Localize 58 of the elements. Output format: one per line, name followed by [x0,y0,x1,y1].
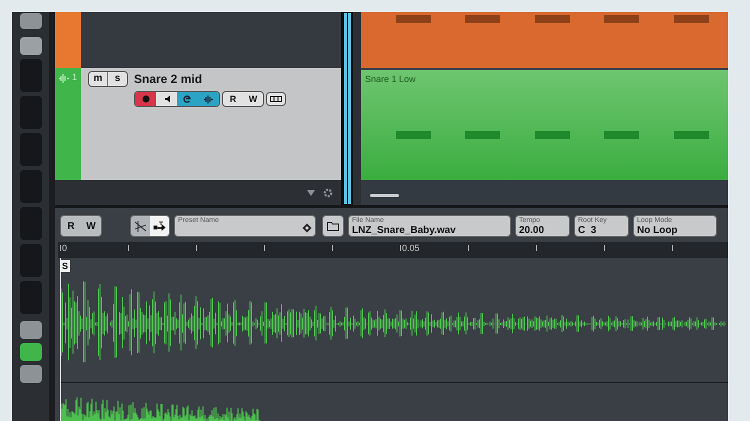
start-marker[interactable]: S [60,260,70,272]
record-button[interactable] [135,92,156,106]
envelope-button[interactable] [131,216,150,236]
field-value: C 3 [578,225,598,236]
settings-icon[interactable] [323,188,333,198]
field-value: No Loop [637,225,679,236]
midi-note [465,15,500,23]
toolbar-button[interactable] [20,13,42,29]
automation-button[interactable]: R [61,216,81,236]
tag-icon [302,223,312,233]
insert-button[interactable] [150,216,169,236]
track-number: 1 [72,73,78,82]
lanes-icon [270,96,282,102]
folder-button[interactable] [322,215,344,237]
field-value: 20.00 [519,225,546,236]
waveform-icon [203,94,214,104]
toolbar-slot [20,244,42,277]
toolbar-slot [20,133,42,166]
midi-note [535,131,570,139]
midi-note [396,131,431,139]
toolbar-slot [20,96,42,129]
toggle-button[interactable]: m [89,72,108,86]
midi-note [396,15,431,23]
toolbar-slot [20,59,42,92]
waveform-icon [58,73,70,84]
toolbar-slot [20,207,42,240]
toggle-button[interactable]: s [108,72,127,86]
field-value: LNZ_Snare_Baby.wav [352,225,457,236]
automation-button[interactable]: W [243,92,263,106]
envelope-icon [134,220,147,232]
automation-button[interactable]: R [223,92,243,106]
speaker-icon [162,95,170,103]
spiral-icon [183,94,192,104]
toolbar-slot [20,170,42,203]
ruler-label: 0.05 [402,244,420,253]
scrollbar-thumb[interactable] [370,194,399,197]
toolbar-button[interactable] [20,343,42,361]
toolbar-button[interactable] [20,365,42,383]
folder-icon [327,221,339,231]
caret-icon[interactable] [307,190,315,196]
monitor-button[interactable] [156,92,177,106]
midi-note [674,15,709,23]
midi-note [465,131,500,139]
midi-note [604,15,639,23]
toolbar-button[interactable] [20,321,42,339]
automation-button[interactable]: W [81,216,101,236]
midi-note [604,131,639,139]
clip-label: Snare 1 Low [365,73,416,86]
record-icon [142,95,150,103]
midi-note [674,131,709,139]
arrow-icon [153,220,166,232]
toolbar-slot [20,281,42,314]
lanes-button[interactable] [266,92,286,106]
ruler-label: 0 [62,244,68,253]
toolbar-button[interactable] [20,37,42,55]
edit-button[interactable] [177,92,198,106]
track-name: Snare 2 mid [134,71,202,88]
midi-note [535,15,570,23]
